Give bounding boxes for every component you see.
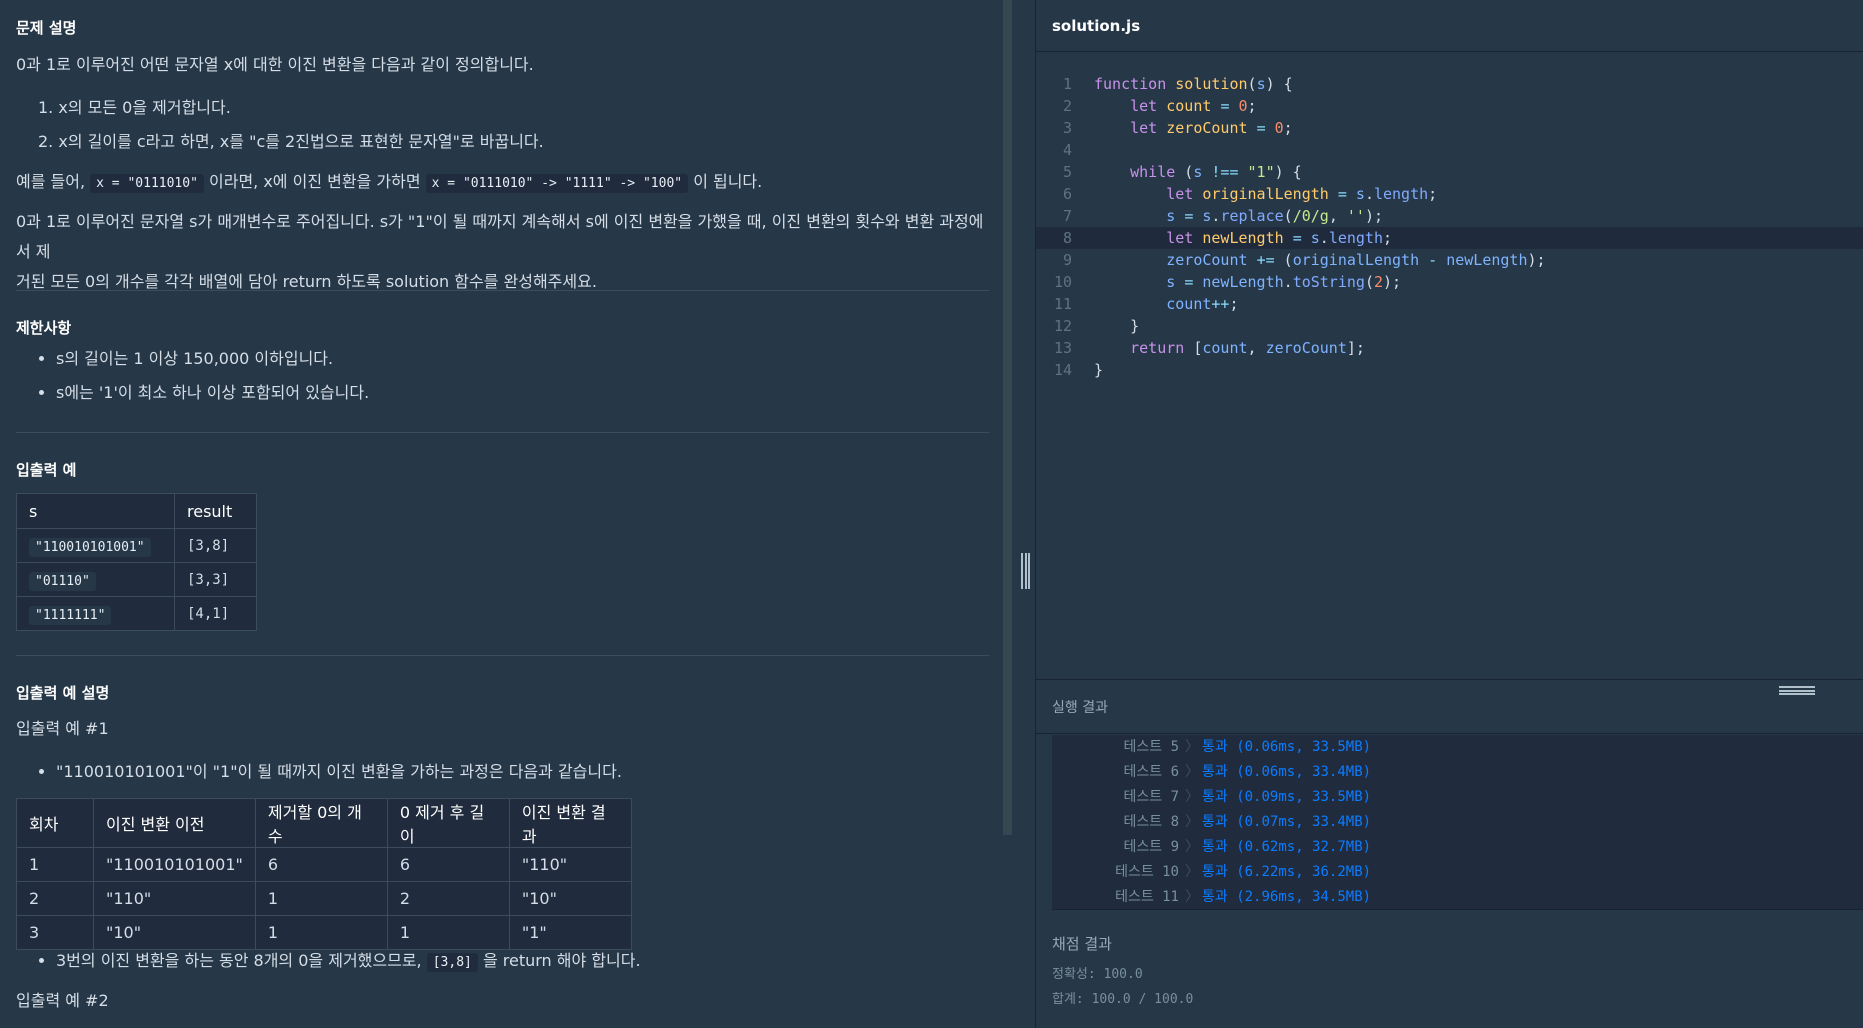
test-result-row: 테스트 10 〉 통과 (6.22ms, 36.2MB) bbox=[1115, 864, 1372, 880]
result-header: 실행 결과 bbox=[1036, 679, 1863, 734]
example2-title: 입출력 예 #2 bbox=[16, 991, 109, 1010]
step-item: 2. x의 길이를 c라고 하면, x를 "c를 2진법으로 표현한 문자열"로… bbox=[38, 132, 544, 151]
code-line[interactable]: 6 let originalLength = s.length; bbox=[1036, 183, 1863, 205]
code-line[interactable]: 4 bbox=[1036, 139, 1863, 161]
code-line[interactable]: 11 count++; bbox=[1036, 293, 1863, 315]
table-header: result bbox=[174, 493, 257, 529]
step-item: 1. x의 모든 0을 제거합니다. bbox=[38, 98, 231, 117]
test-result-row: 테스트 8 〉 통과 (0.07ms, 33.4MB) bbox=[1123, 814, 1372, 830]
table-header: s bbox=[16, 493, 175, 529]
table-row: 3 "10" 1 1 "1" bbox=[16, 915, 632, 950]
test-result-row: 테스트 7 〉 통과 (0.09ms, 33.5MB) bbox=[1123, 789, 1372, 805]
divider bbox=[16, 290, 989, 291]
problem-section-title: 문제 설명 bbox=[16, 19, 77, 37]
divider bbox=[16, 655, 989, 656]
table-row: 2 "110" 1 2 "10" bbox=[16, 881, 632, 916]
code-line[interactable]: 5 while (s !== "1") { bbox=[1036, 161, 1863, 183]
code-line[interactable]: 1 function solution(s) { bbox=[1036, 73, 1863, 95]
splitter-grip-icon[interactable] bbox=[1021, 553, 1030, 589]
constraints-title: 제한사항 bbox=[16, 319, 72, 337]
divider bbox=[16, 432, 989, 433]
table-header: 이진 변환 이전 bbox=[93, 798, 256, 848]
code-line-active[interactable]: 8 let newLength = s.length; bbox=[1036, 227, 1863, 249]
problem-scrollbar[interactable] bbox=[1003, 0, 1012, 835]
inline-code: x = "0111010" -> "1111" -> "100" bbox=[425, 174, 689, 193]
inline-code: [3,8] bbox=[426, 953, 478, 972]
explanation-list-2: 3번의 이진 변환을 하는 동안 8개의 0을 제거했으므로, [3,8] 을 … bbox=[56, 946, 641, 980]
panel-splitter[interactable] bbox=[1012, 0, 1036, 1028]
code-line[interactable]: 12 } bbox=[1036, 315, 1863, 337]
table-header: 이진 변환 결과 bbox=[508, 798, 632, 848]
accuracy-score: 정확성: 100.0 bbox=[1052, 967, 1143, 982]
table-row: "1111111" [4,1] bbox=[16, 596, 257, 631]
code-line[interactable]: 3 let zeroCount = 0; bbox=[1036, 117, 1863, 139]
examples-table: s result "110010101001" [3,8] "01110" [3… bbox=[16, 493, 257, 631]
table-row: "01110" [3,3] bbox=[16, 562, 257, 597]
code-line[interactable]: 7 s = s.replace(/0/g, ''); bbox=[1036, 205, 1863, 227]
test-results[interactable]: 테스트 5 〉 통과 (0.06ms, 33.5MB) 테스트 6 〉 통과 (0.06… bbox=[1052, 735, 1863, 910]
test-result-row: 테스트 9 〉 통과 (0.62ms, 32.7MB) bbox=[1123, 839, 1372, 855]
editor-filename: solution.js bbox=[1052, 17, 1141, 35]
resize-handle-icon[interactable] bbox=[1779, 686, 1815, 695]
problem-panel[interactable]: 문제 설명 0과 1로 이루어진 어떤 문자열 x에 대한 이진 변환을 다음과… bbox=[0, 0, 1003, 1028]
test-result-row: 테스트 11 〉 통과 (2.96ms, 34.5MB) bbox=[1115, 889, 1372, 905]
table-row: 1 "110010101001" 6 6 "110" bbox=[16, 847, 632, 882]
constraints-list: s의 길이는 1 이상 150,000 이하입니다. s에는 '1'이 최소 하… bbox=[56, 344, 369, 412]
problem-intro: 0과 1로 이루어진 어떤 문자열 x에 대한 이진 변환을 다음과 같이 정의… bbox=[16, 55, 534, 74]
editor-panel: solution.js 1 function solution(s) { 2 le… bbox=[1036, 0, 1863, 1028]
constraint-item: s에는 '1'이 최소 하나 이상 포함되어 있습니다. bbox=[56, 378, 369, 412]
code-line[interactable]: 13 return [count, zeroCount]; bbox=[1036, 337, 1863, 359]
code-line[interactable]: 2 let count = 0; bbox=[1036, 95, 1863, 117]
table-header: 0 제거 후 길이 bbox=[386, 798, 510, 848]
examples-title: 입출력 예 bbox=[16, 461, 77, 479]
explanation-title: 입출력 예 설명 bbox=[16, 684, 110, 702]
test-result-row: 테스트 5 〉 통과 (0.06ms, 33.5MB) bbox=[1123, 739, 1372, 755]
table-header: 제거할 0의 개수 bbox=[254, 798, 388, 848]
explanation-item: 3번의 이진 변환을 하는 동안 8개의 0을 제거했으므로, [3,8] 을 … bbox=[56, 946, 641, 980]
example-sentence: 예를 들어, x = "0111010" 이라면, x에 이진 변환을 가하면 … bbox=[16, 172, 763, 193]
constraint-item: s의 길이는 1 이상 150,000 이하입니다. bbox=[56, 344, 369, 378]
example1-title: 입출력 예 #1 bbox=[16, 719, 109, 738]
grading-title: 채점 결과 bbox=[1052, 935, 1112, 953]
code-line[interactable]: 10 s = newLength.toString(2); bbox=[1036, 271, 1863, 293]
problem-description: 0과 1로 이루어진 문자열 s가 매개변수로 주어집니다. s가 "1"이 될… bbox=[16, 212, 984, 291]
table-header: 회차 bbox=[16, 798, 94, 848]
total-score: 합계: 100.0 / 100.0 bbox=[1052, 992, 1194, 1007]
process-table: 회차 이진 변환 이전 제거할 0의 개수 0 제거 후 길이 이진 변환 결과… bbox=[16, 798, 632, 950]
inline-code: x = "0111010" bbox=[90, 174, 204, 193]
code-line[interactable]: 14} bbox=[1036, 359, 1863, 381]
code-editor[interactable]: 1 function solution(s) { 2 let count = 0;… bbox=[1036, 53, 1863, 679]
explanation-item: "110010101001"이 "1"이 될 때까지 이진 변환을 가하는 과정… bbox=[56, 757, 622, 791]
explanation-list: "110010101001"이 "1"이 될 때까지 이진 변환을 가하는 과정… bbox=[56, 757, 622, 791]
editor-header: solution.js bbox=[1036, 0, 1863, 52]
table-row: "110010101001" [3,8] bbox=[16, 528, 257, 563]
result-title: 실행 결과 bbox=[1052, 700, 1108, 716]
transform-steps: 1. x의 모든 0을 제거합니다. 2. x의 길이를 c라고 하면, x를 … bbox=[38, 93, 544, 161]
test-result-row: 테스트 6 〉 통과 (0.06ms, 33.4MB) bbox=[1123, 764, 1372, 780]
code-line[interactable]: 9 zeroCount += (originalLength - newLeng… bbox=[1036, 249, 1863, 271]
